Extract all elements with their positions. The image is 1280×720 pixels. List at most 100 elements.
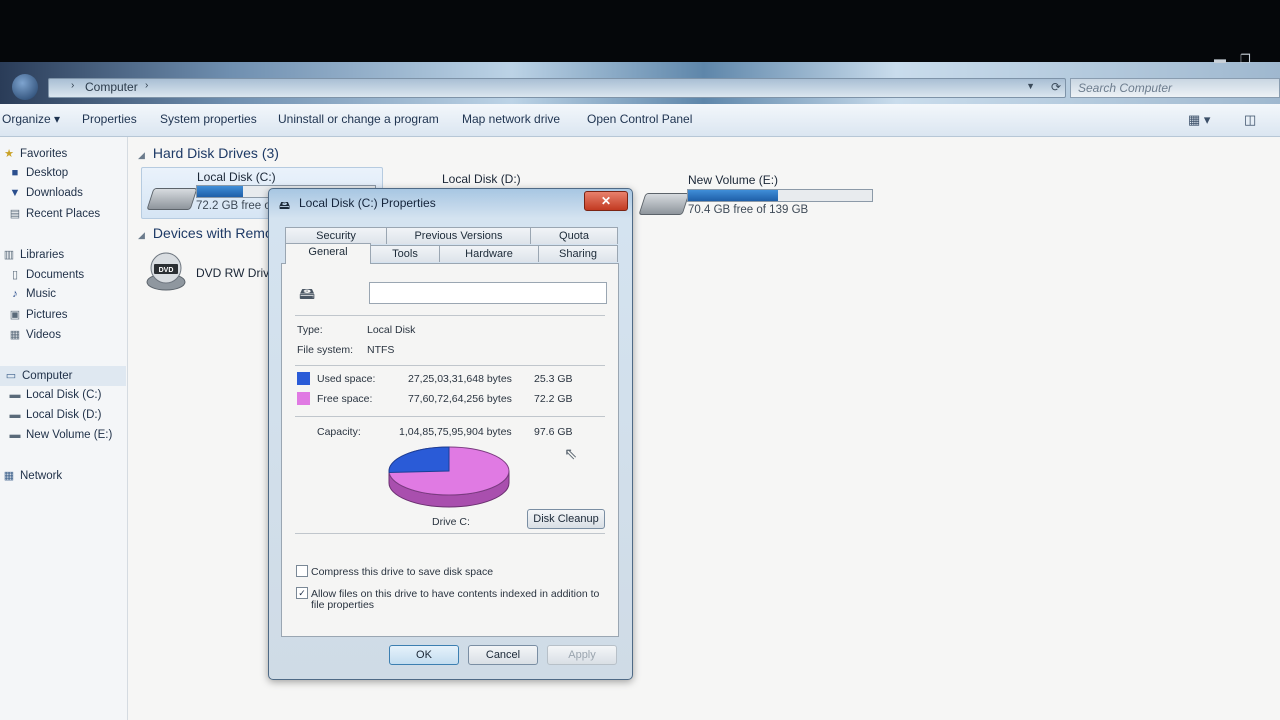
organize-button[interactable]: Organize ▾ [2,112,60,126]
tab-sharing[interactable]: Sharing [538,245,618,262]
tab-hardware[interactable]: Hardware [439,245,539,262]
close-button[interactable]: ✕ [584,191,628,211]
nav-downloads[interactable]: ▼ Downloads [8,187,83,199]
used-space-label: Used space: [317,373,376,385]
drive-d-name[interactable]: Local Disk (D:) [442,172,521,186]
type-value: Local Disk [367,324,416,336]
search-placeholder: Search Computer [1078,81,1173,95]
drive-e-name[interactable]: New Volume (E:) [688,173,778,187]
drive-e-usage-bar [687,189,873,202]
tab-quota[interactable]: Quota [530,227,618,244]
nav-desktop[interactable]: ■ Desktop [8,167,69,179]
capacity-gb: 97.6 GB [534,426,573,438]
nav-documents[interactable]: ▯ Documents [8,268,84,281]
nav-new-volume-e[interactable]: ▬ New Volume (E:) [8,429,113,441]
open-control-panel-button[interactable]: Open Control Panel [587,112,692,126]
desktop-icon: ■ [11,167,19,179]
nav-network[interactable]: ▦ Network [2,469,62,482]
group-title: Devices with Remo [152,225,273,241]
tab-previous-versions[interactable]: Previous Versions [386,227,531,244]
pie-slice-used [388,446,450,474]
map-network-drive-button[interactable]: Map network drive [462,112,560,126]
drive-icon: 🖴 [299,286,316,303]
chevron-right-icon[interactable]: › [145,80,148,91]
downloads-icon: ▼ [9,187,21,199]
search-input[interactable]: Search Computer [1070,78,1280,98]
drive-icon: ▬ [9,409,21,421]
mouse-cursor-icon: ⇖ [564,446,578,463]
nav-label: Computer [22,370,73,382]
nav-recent-places[interactable]: ▤ Recent Places [8,207,100,220]
computer-icon: ▭ [5,370,17,382]
nav-label: Local Disk (C:) [26,389,102,401]
nav-music[interactable]: ♪ Music [8,288,56,300]
address-bar[interactable]: › Computer › ▼ ⟳ [48,78,1066,98]
nav-local-disk-c[interactable]: ▬ Local Disk (C:) [8,389,102,401]
view-options-icon[interactable]: ▦ ▾ [1188,112,1210,128]
nav-libraries[interactable]: ▥ Libraries [2,248,64,261]
nav-label: Documents [26,269,85,281]
drive-icon: 🖴 [279,200,291,212]
separator [295,365,605,366]
used-space-swatch [297,372,310,385]
tab-general[interactable]: General [285,243,371,264]
dvd-drive-icon: DVD [146,252,186,291]
properties-dialog: 🖴 Local Disk (C:) Properties ✕ Security … [268,188,633,680]
compress-checkbox[interactable] [296,565,308,577]
free-space-bytes: 77,60,72,64,256 bytes [408,393,512,405]
nav-label: New Volume (E:) [26,429,113,441]
separator [295,315,605,316]
capacity-label: Capacity: [317,426,361,438]
documents-icon: ▯ [11,269,19,281]
nav-label: Downloads [26,187,83,199]
collapse-icon: ◢ [138,150,145,160]
nav-local-disk-d[interactable]: ▬ Local Disk (D:) [8,409,102,421]
back-button[interactable] [12,74,38,100]
volume-label-input[interactable] [369,282,607,304]
minimize-button[interactable]: ▬ [1214,52,1226,66]
nav-label: Network [20,470,63,482]
breadcrumb-computer[interactable]: Computer [85,80,138,94]
drive-e-usage-fill [688,190,779,201]
file-system-label: File system: [297,344,354,356]
chevron-down-icon[interactable]: ▼ [1026,81,1035,91]
cancel-button[interactable]: Cancel [468,645,538,665]
separator [295,416,605,417]
nav-label: Recent Places [26,208,101,220]
recent-places-icon: ▤ [9,208,21,220]
uninstall-program-button[interactable]: Uninstall or change a program [278,112,439,126]
drive-icon: ▬ [9,389,21,401]
nav-favorites[interactable]: ★ Favorites [2,147,67,160]
tab-tools[interactable]: Tools [370,245,440,262]
nav-label: Music [26,288,57,300]
hard-drive-icon [638,193,690,215]
drive-icon: ▬ [9,429,21,441]
system-properties-button[interactable]: System properties [160,112,257,126]
separator [295,533,605,534]
restore-button[interactable]: ❐ [1240,52,1251,66]
ok-button[interactable]: OK [389,645,459,665]
drive-c-name: Local Disk (C:) [197,170,276,184]
index-checkbox[interactable]: ✓ [296,587,308,599]
drive-c-usage-fill [197,186,244,197]
type-label: Type: [297,324,323,336]
refresh-icon[interactable]: ⟳ [1051,80,1061,94]
dvd-drive-name[interactable]: DVD RW Drive [196,266,276,280]
file-system-value: NTFS [367,344,395,356]
group-removable-storage[interactable]: ◢ Devices with Remo [138,225,273,241]
nav-computer[interactable]: ▭ Computer [0,366,126,386]
preview-pane-icon[interactable]: ◫ [1244,112,1256,128]
used-space-bytes: 27,25,03,31,648 bytes [408,373,512,385]
nav-pictures[interactable]: ▣ Pictures [8,308,68,321]
pie-caption: Drive C: [432,516,470,528]
free-space-swatch [297,392,310,405]
tab-security[interactable]: Security [285,227,387,244]
disk-cleanup-button[interactable]: Disk Cleanup [527,509,605,529]
collapse-icon: ◢ [138,230,145,240]
nav-videos[interactable]: ▦ Videos [8,328,61,341]
nav-label: Favorites [20,148,68,160]
group-hard-disk-drives[interactable]: ◢ Hard Disk Drives (3) [138,145,279,161]
properties-button[interactable]: Properties [82,112,137,126]
libraries-icon: ▥ [3,249,15,261]
apply-button[interactable]: Apply [547,645,617,665]
